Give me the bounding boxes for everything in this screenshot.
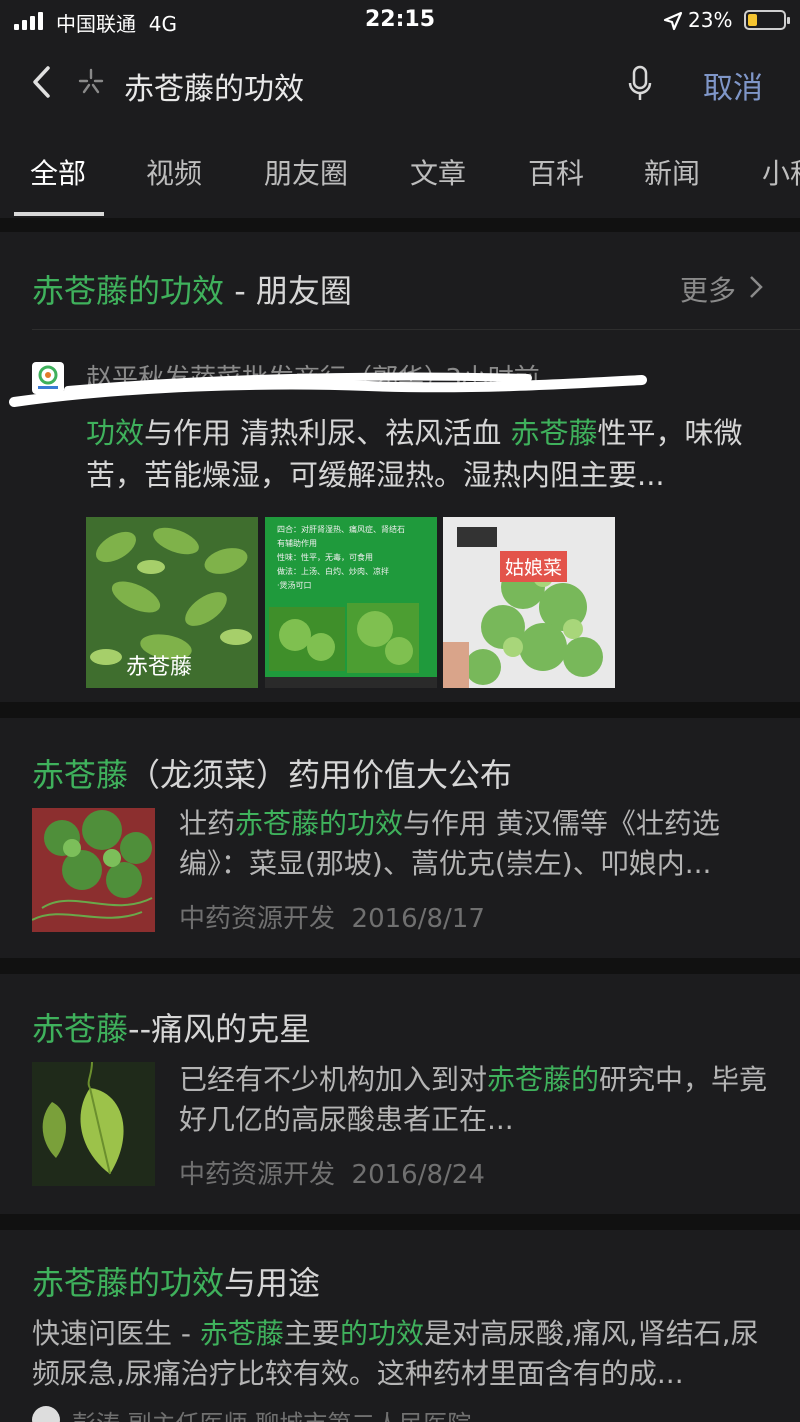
microphone-icon[interactable] bbox=[626, 64, 654, 104]
tab-miniprogram[interactable]: 小程序 bbox=[762, 152, 800, 192]
article-card-2[interactable]: 赤苍藤--痛风的克星 已经有不少机构加入到对赤苍藤的研究中，毕竟好几亿的高尿酸患… bbox=[0, 974, 800, 1214]
tab-articles[interactable]: 文章 bbox=[410, 152, 466, 192]
status-bar: 中国联通 4G 22:15 23% bbox=[0, 0, 800, 44]
tab-moments[interactable]: 朋友圈 bbox=[264, 152, 348, 192]
battery-icon bbox=[744, 10, 790, 30]
sparkle-icon bbox=[78, 68, 104, 94]
image-tag: 姑娘菜 bbox=[500, 551, 568, 582]
tab-encyclopedia[interactable]: 百科 bbox=[528, 152, 584, 192]
tab-all[interactable]: 全部 bbox=[30, 152, 86, 192]
qa-snippet: 快速问医生 - 赤苍藤主要的功效是对高尿酸,痛风,肾结石,尿频尿急,尿痛治疗比较… bbox=[32, 1317, 759, 1390]
cancel-button[interactable]: 取消 bbox=[703, 63, 763, 107]
moment-image-1[interactable]: 赤苍藤 bbox=[86, 517, 258, 688]
search-input[interactable]: 赤苍藤的功效 bbox=[124, 64, 304, 108]
article-meta: 中药资源开发 2016/8/17 bbox=[179, 904, 485, 934]
article-snippet: 壮药赤苍藤的功效与作用 黄汉儒等《壮药选编》：菜显(那坡)、蒿优克(崇左)、叩娘… bbox=[179, 807, 720, 880]
qa-card[interactable]: 赤苍藤的功效与用途 快速问医生 - 赤苍藤主要的功效是对高尿酸,痛风,肾结石,尿… bbox=[0, 1230, 800, 1422]
more-link[interactable]: 更多 bbox=[680, 269, 736, 309]
location-arrow-icon bbox=[663, 11, 683, 31]
article-thumbnail[interactable] bbox=[32, 1062, 155, 1186]
article-card-1[interactable]: 赤苍藤（龙须菜）药用价值大公布 壮药赤苍藤的功效与作用 黄汉儒等《壮药选编》：菜… bbox=[0, 718, 800, 958]
moment-image-3[interactable]: 姑娘菜 bbox=[443, 517, 615, 688]
active-tab-indicator bbox=[14, 212, 104, 216]
article-title[interactable]: 赤苍藤（龙须菜）药用价值大公布 bbox=[32, 750, 512, 796]
search-bar: 赤苍藤的功效 取消 bbox=[0, 44, 800, 124]
article-snippet: 已经有不少机构加入到对赤苍藤的研究中，毕竟好几亿的高尿酸患者正在... bbox=[179, 1063, 768, 1136]
tab-news[interactable]: 新闻 bbox=[644, 152, 700, 192]
qa-title[interactable]: 赤苍藤的功效与用途 bbox=[32, 1258, 320, 1304]
filter-tabs: 全部 视频 朋友圈 文章 百科 新闻 小程序 bbox=[0, 124, 800, 218]
section-title: 赤苍藤的功效 - 朋友圈 bbox=[32, 272, 352, 310]
article-meta: 中药资源开发 2016/8/24 bbox=[179, 1160, 485, 1190]
doctor-info: 彭涛 副主任医师 聊城市第二人民医院 bbox=[72, 1404, 471, 1422]
battery-percent: 23% bbox=[688, 8, 733, 32]
moment-text[interactable]: 功效与作用 清热利尿、祛风活血 赤苍藤性平，味微苦，苦能燥湿，可缓解湿热。湿热内… bbox=[86, 412, 776, 496]
article-title[interactable]: 赤苍藤--痛风的克星 bbox=[32, 1004, 311, 1050]
doctor-avatar bbox=[32, 1406, 60, 1422]
chevron-right-icon[interactable] bbox=[748, 274, 764, 300]
tab-video[interactable]: 视频 bbox=[146, 152, 202, 192]
back-icon[interactable] bbox=[28, 64, 58, 100]
article-thumbnail[interactable] bbox=[32, 808, 155, 932]
moments-card: 赤苍藤的功效 - 朋友圈 更多 赵平秋发蔬菜批发商行（郭华）·3小时前 功效与作… bbox=[0, 232, 800, 702]
moment-image-2[interactable]: 四合：对肝肾湿热、痛风症、肾结石 有辅助作用 性味：性平，无毒，可食用 做法：上… bbox=[265, 517, 437, 688]
